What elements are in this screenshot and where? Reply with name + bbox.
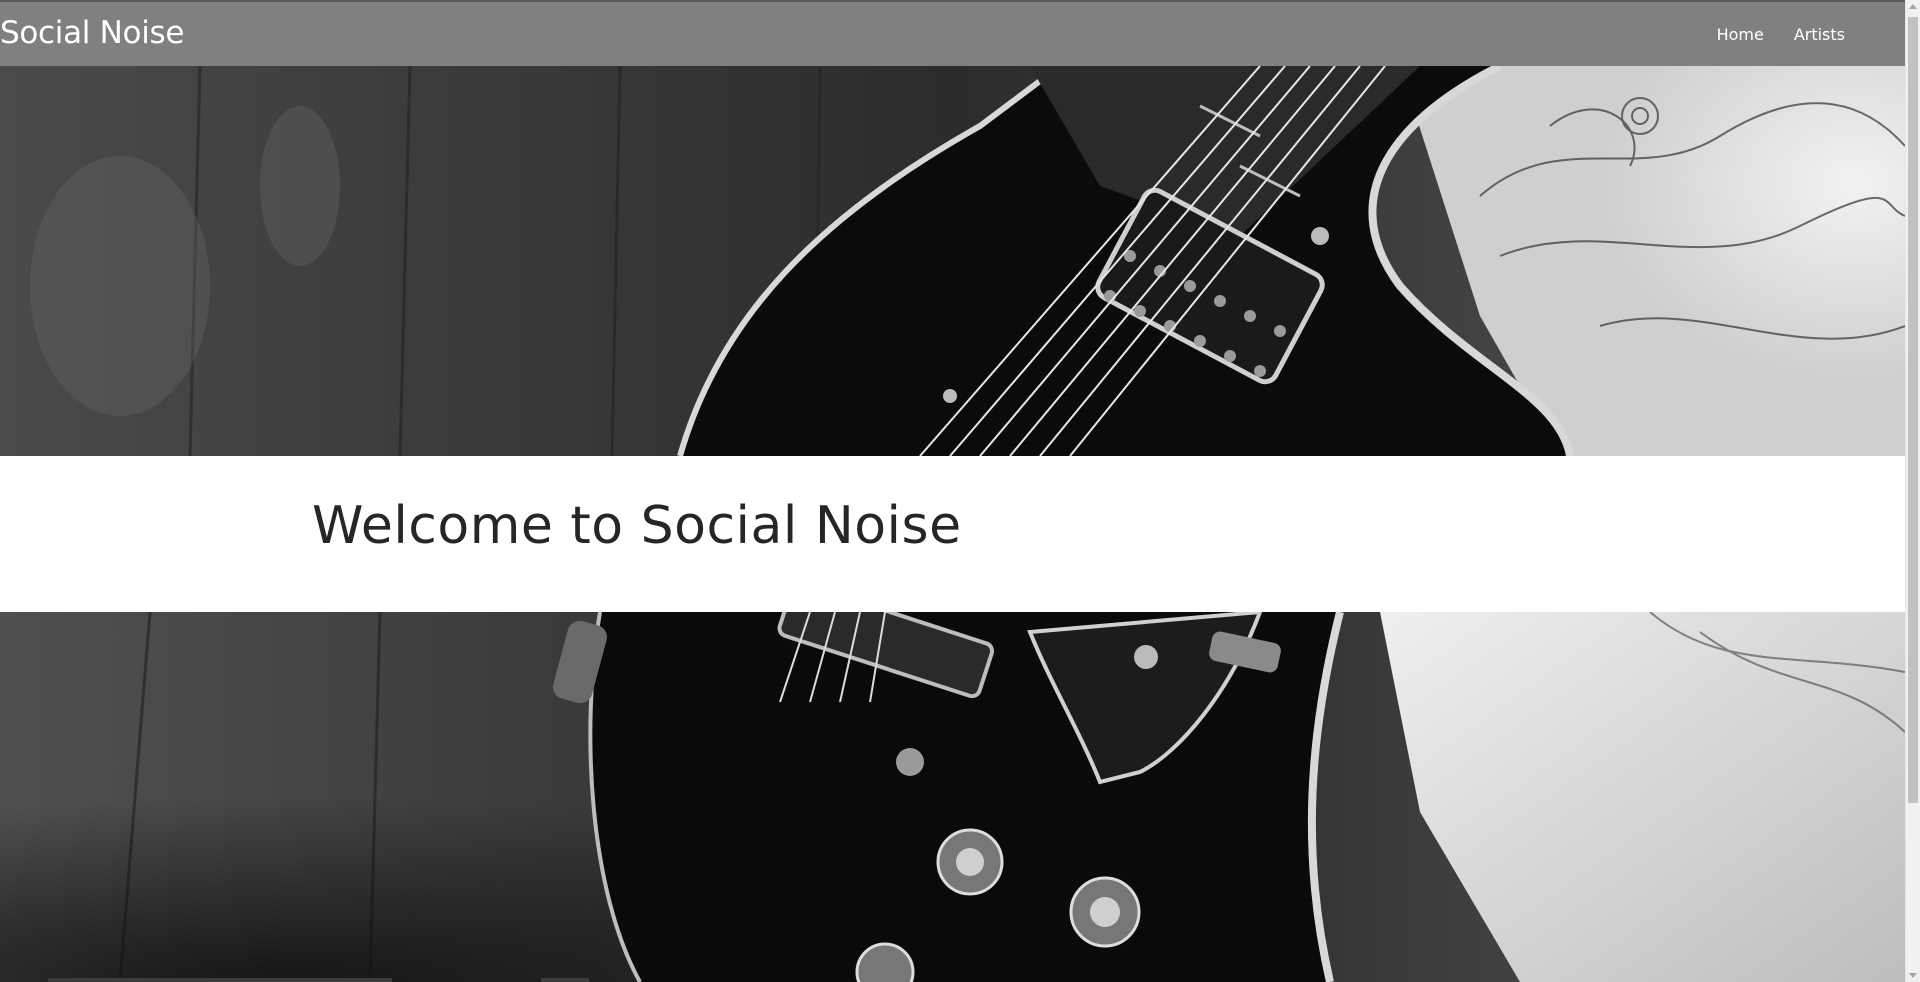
guitar-photo-top (0, 66, 1905, 456)
nav-links: Home Artists (1702, 25, 1905, 44)
guitar-photo-bottom (0, 612, 1905, 982)
bottom-element-b (541, 978, 589, 982)
hero-image-top (0, 66, 1905, 456)
page: Social Noise Home Artists Welcome to Soc… (0, 0, 1920, 982)
brand-link[interactable]: Social Noise (0, 15, 184, 51)
scrollbar-thumb[interactable] (1908, 17, 1918, 803)
nav-link-artists[interactable]: Artists (1779, 25, 1860, 44)
scroll-up-arrow-icon[interactable] (1909, 4, 1917, 9)
nav-link-home[interactable]: Home (1702, 25, 1779, 44)
navbar: Social Noise Home Artists (0, 2, 1905, 66)
bottom-element-a (48, 978, 392, 982)
scroll-down-arrow-icon[interactable] (1909, 973, 1917, 978)
welcome-band: Welcome to Social Noise (0, 456, 1905, 612)
welcome-title: Welcome to Social Noise (312, 496, 962, 556)
hero-image-bottom (0, 612, 1905, 982)
vertical-scrollbar[interactable] (1905, 0, 1920, 982)
